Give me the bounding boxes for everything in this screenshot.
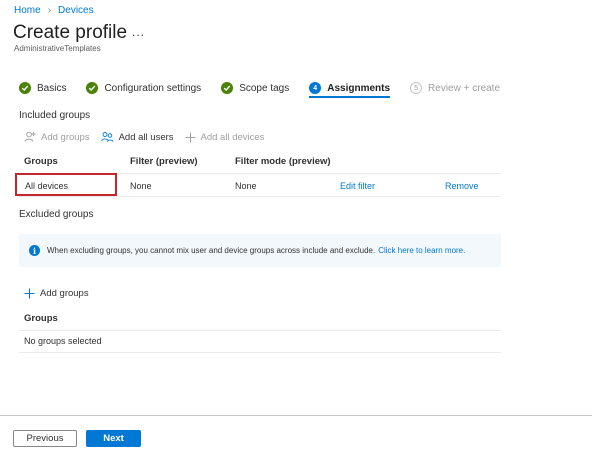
add-all-devices-button[interactable]: Add all devices [185,131,265,143]
step-review-create[interactable]: 5 Review + create [410,82,500,94]
step-label: Configuration settings [104,82,202,94]
step-assignments[interactable]: 4 Assignments [309,82,391,98]
breadcrumb: Home › Devices [14,5,94,16]
highlight-box [15,173,117,196]
add-groups-label: Add groups [41,131,90,143]
step-label: Review + create [428,82,501,94]
column-header-filter-mode: Filter mode (preview) [235,156,331,167]
remove-link[interactable]: Remove [445,181,479,191]
included-toolbar: Add groups Add all users Add all devices [24,131,275,143]
add-person-icon [24,131,36,142]
info-message-bar: i When excluding groups, you cannot mix … [19,234,501,267]
table-divider [19,352,501,353]
step-scope-tags[interactable]: Scope tags [221,82,289,94]
previous-button[interactable]: Previous [13,430,77,447]
step-number-badge: 5 [410,82,423,94]
breadcrumb-home[interactable]: Home [14,5,41,16]
step-label: Scope tags [239,82,290,94]
empty-state-text: No groups selected [24,336,102,346]
add-all-users-button[interactable]: Add all users [100,131,174,143]
excluded-add-groups-button[interactable]: Add groups [24,288,89,299]
learn-more-link[interactable]: Click here to learn more. [378,246,465,255]
row-filter-mode: None [235,181,257,191]
chevron-right-icon: › [47,5,52,16]
page-title: Create profile [13,22,128,43]
info-text: When excluding groups, you cannot mix us… [47,246,376,255]
column-header-excluded-groups: Groups [24,313,58,324]
step-configuration-settings[interactable]: Configuration settings [86,82,201,94]
page-subtitle: AdministrativeTemplates [14,44,101,53]
add-all-users-label: Add all users [118,131,174,143]
plus-icon [24,288,35,299]
wizard-steps: Basics Configuration settings Scope tags… [19,80,520,98]
step-basics[interactable]: Basics [19,82,66,94]
step-number-badge: 4 [309,82,322,94]
next-button[interactable]: Next [86,430,141,447]
add-all-devices-label: Add all devices [200,131,265,143]
step-label: Assignments [327,82,391,94]
excluded-add-groups-label: Add groups [40,288,89,299]
column-header-groups: Groups [24,156,58,167]
excluded-toolbar: Add groups [24,288,100,299]
checkmark-icon [86,82,99,94]
row-filter: None [130,181,152,191]
edit-filter-link[interactable]: Edit filter [340,181,375,191]
table-divider [19,330,501,331]
breadcrumb-devices[interactable]: Devices [58,5,94,16]
users-icon [100,132,114,142]
checkmark-icon [19,82,31,94]
excluded-groups-heading: Excluded groups [19,209,94,220]
more-options-icon[interactable]: ... [132,25,145,39]
table-divider [19,196,501,197]
checkmark-icon [221,82,234,94]
footer-divider [0,415,592,416]
info-icon: i [29,245,40,256]
included-groups-heading: Included groups [19,110,91,121]
add-groups-button[interactable]: Add groups [24,131,90,143]
step-label: Basics [37,82,67,94]
column-header-filter: Filter (preview) [130,156,198,167]
plus-icon [185,132,196,142]
